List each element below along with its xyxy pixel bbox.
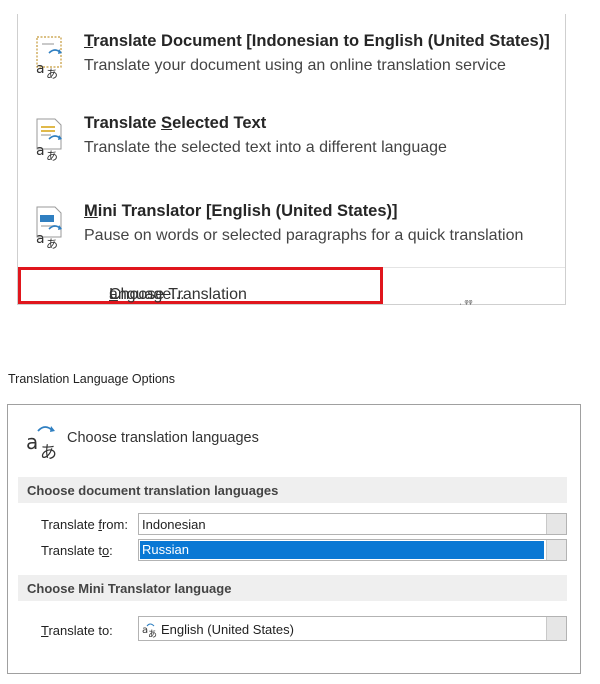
menu-item-description: Pause on words or selected paragraphs fo…: [84, 227, 524, 244]
translate-icon: a あ: [142, 623, 157, 638]
translation-language-options-dialog: a あ Choose translation languages Choose …: [7, 404, 581, 674]
translate-selected-text-icon: a あ: [36, 118, 62, 162]
svg-text:a: a: [26, 430, 38, 454]
translate-to-select[interactable]: Russian: [138, 539, 567, 561]
stray-mark: ˌ ᵩᵩ: [459, 295, 473, 305]
translate-from-value: Indonesian: [142, 517, 206, 532]
menu-item-translate-selected-text[interactable]: a あ Translate Selected Text Translate th…: [18, 104, 565, 184]
choose-translation-language-item[interactable]: Choose Translation Language...: [18, 267, 383, 304]
mini-translate-to-label: Translate to:: [41, 623, 113, 638]
translate-icon: a あ: [26, 426, 57, 461]
menu-item-title: Mini Translator [English (United States)…: [84, 202, 398, 220]
dialog-title: Translation Language Options: [8, 372, 176, 386]
document-languages-section-header: Choose document translation languages: [18, 477, 567, 503]
mini-translator-section-header: Choose Mini Translator language: [18, 575, 567, 601]
svg-text:a: a: [36, 143, 45, 159]
menu-item-translate-document[interactable]: a あ Translate Document [Indonesian to En…: [18, 22, 565, 102]
menu-item-description: Translate your document using an online …: [84, 57, 506, 74]
dialog-header-text: Choose translation languages: [67, 430, 259, 446]
translate-menu: a あ Translate Document [Indonesian to En…: [17, 14, 566, 305]
translate-to-value: Russian: [142, 542, 189, 557]
mini-translator-language-value: English (United States): [161, 622, 294, 637]
menu-item-description: Translate the selected text into a diffe…: [84, 139, 447, 156]
dropdown-arrow-button[interactable]: [546, 514, 566, 534]
svg-text:あ: あ: [46, 149, 58, 162]
dropdown-arrow-button[interactable]: [546, 540, 566, 560]
menu-item-title: Translate Selected Text: [84, 114, 267, 132]
menu-item-mini-translator[interactable]: a あ Mini Translator [English (United Sta…: [18, 192, 565, 272]
translate-from-select[interactable]: Indonesian: [138, 513, 567, 535]
svg-text:a: a: [36, 61, 45, 77]
translate-from-label: Translate from:: [41, 517, 128, 532]
svg-text:あ: あ: [46, 237, 58, 250]
menu-item-title: Translate Document [Indonesian to Englis…: [84, 32, 550, 50]
selection-highlight: [140, 541, 544, 559]
mini-translator-icon: a あ: [36, 206, 62, 250]
dropdown-arrow-button[interactable]: [546, 617, 566, 640]
svg-text:あ: あ: [40, 443, 57, 461]
svg-text:あ: あ: [148, 629, 157, 638]
svg-text:あ: あ: [46, 67, 58, 80]
translate-to-label: Translate to:: [41, 543, 113, 558]
translate-document-icon: a あ: [36, 36, 62, 80]
mini-translator-language-select[interactable]: a あ English (United States): [138, 616, 567, 641]
svg-text:a: a: [36, 231, 45, 247]
